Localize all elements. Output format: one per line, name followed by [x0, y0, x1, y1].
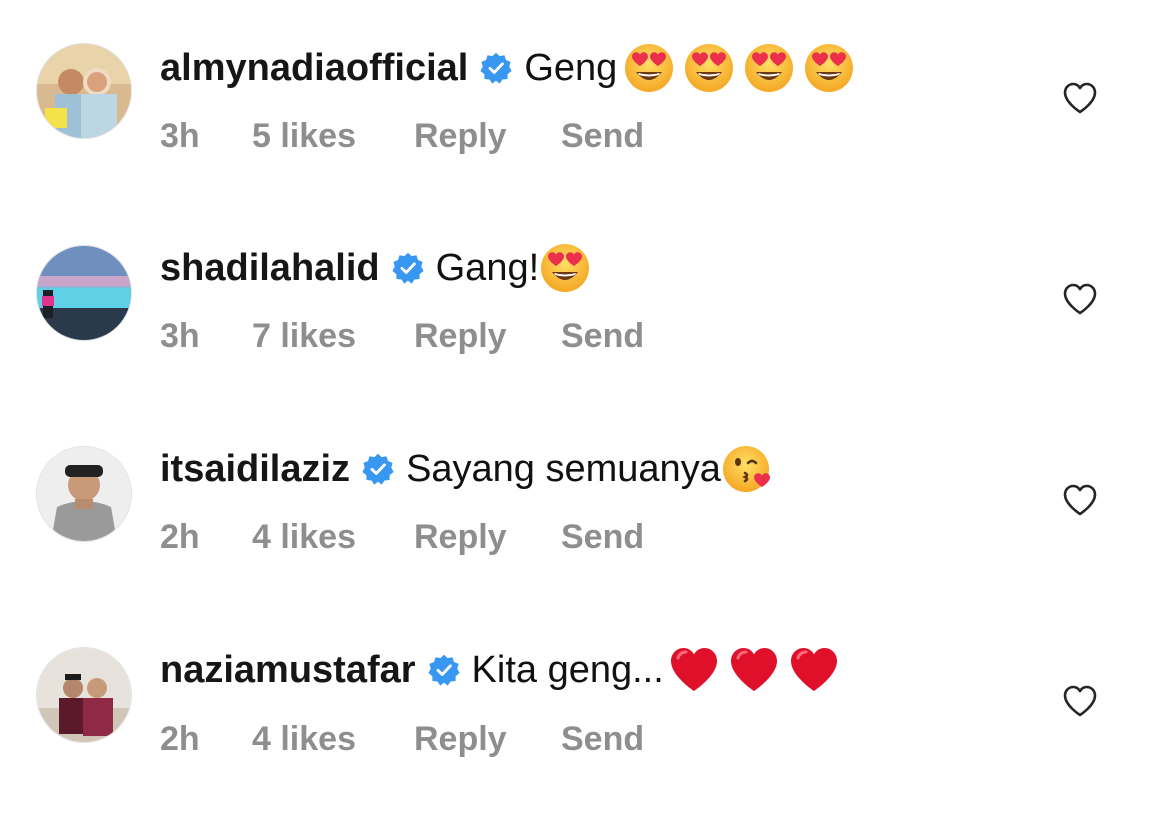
- comment-likes-count[interactable]: 4 likes: [252, 518, 414, 557]
- heart-outline-icon[interactable]: [1060, 681, 1100, 721]
- avatar[interactable]: [37, 44, 131, 138]
- comment-emoji-row: [539, 242, 599, 294]
- heart-eyes-emoji-icon: [803, 42, 855, 94]
- comment-emoji-row: [668, 644, 848, 696]
- comment-username[interactable]: almynadiaofficial: [160, 47, 468, 90]
- comment-item: itsaidilaziz Sayang semuanya 2h 4 likes …: [0, 439, 1170, 639]
- heart-outline-icon[interactable]: [1060, 78, 1100, 118]
- comment-username[interactable]: shadilahalid: [160, 247, 380, 290]
- comment-username[interactable]: itsaidilaziz: [160, 448, 350, 491]
- reply-button[interactable]: Reply: [414, 720, 561, 759]
- red-heart-emoji-icon: [728, 644, 780, 696]
- comment-username[interactable]: naziamustafar: [160, 649, 416, 692]
- comment-item: almynadiaofficial Geng 3h 5 likes Reply …: [0, 38, 1170, 238]
- reply-button[interactable]: Reply: [414, 117, 561, 156]
- heart-eyes-emoji-icon: [683, 42, 735, 94]
- red-heart-emoji-icon: [788, 644, 840, 696]
- comment-timestamp: 3h: [160, 316, 200, 355]
- heart-outline-icon[interactable]: [1060, 480, 1100, 520]
- send-button[interactable]: Send: [561, 117, 644, 156]
- avatar[interactable]: [37, 246, 131, 340]
- avatar[interactable]: [37, 648, 131, 742]
- comment-text: Geng: [524, 46, 618, 89]
- heart-eyes-emoji-icon: [539, 242, 591, 294]
- verified-badge-icon: [362, 453, 394, 485]
- comment-text: Sayang semuanya: [406, 447, 721, 490]
- kissing-heart-emoji-icon: [721, 443, 773, 495]
- verified-badge-icon: [480, 52, 512, 84]
- heart-outline-icon[interactable]: [1060, 279, 1100, 319]
- comment-timestamp: 3h: [160, 116, 200, 155]
- comment-timestamp: 2h: [160, 719, 200, 758]
- comment-emoji-row: [721, 443, 781, 495]
- send-button[interactable]: Send: [561, 518, 644, 557]
- comment-likes-count[interactable]: 7 likes: [252, 317, 414, 356]
- comment-text: Kita geng...: [471, 648, 664, 691]
- comment-item: shadilahalid Gang! 3h 7 likes Reply Send: [0, 238, 1170, 438]
- comment-text: Gang!: [435, 246, 540, 289]
- heart-eyes-emoji-icon: [623, 42, 675, 94]
- comment-likes-count[interactable]: 5 likes: [252, 117, 414, 156]
- comment-item: naziamustafar Kita geng... 2h 4 likes Re…: [0, 640, 1170, 840]
- red-heart-emoji-icon: [668, 644, 720, 696]
- verified-badge-icon: [427, 654, 460, 686]
- comment-emoji-row: [623, 42, 863, 94]
- heart-eyes-emoji-icon: [743, 42, 795, 94]
- comment-likes-count[interactable]: 4 likes: [252, 720, 414, 759]
- reply-button[interactable]: Reply: [414, 518, 561, 557]
- reply-button[interactable]: Reply: [414, 317, 561, 356]
- comment-timestamp: 2h: [160, 517, 200, 556]
- send-button[interactable]: Send: [561, 720, 644, 759]
- avatar[interactable]: [37, 447, 131, 541]
- send-button[interactable]: Send: [561, 317, 644, 356]
- verified-badge-icon: [392, 252, 424, 284]
